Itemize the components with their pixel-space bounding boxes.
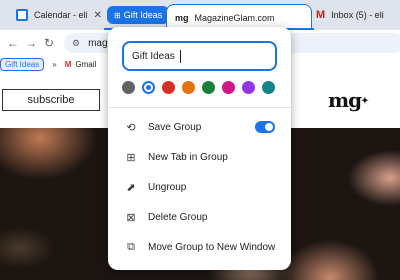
calendar-icon: [16, 9, 28, 21]
tab-group-chip[interactable]: ⊞ Gift Ideas: [107, 6, 170, 24]
bookmarks-overflow[interactable]: »: [52, 60, 56, 69]
tab-calendar[interactable]: Calendar - eli ✕: [16, 4, 104, 26]
gmail-icon: M: [64, 59, 72, 69]
bookmark-gmail[interactable]: M Gmail: [65, 60, 97, 69]
color-swatch-blue[interactable]: [142, 81, 155, 94]
move-group-item[interactable]: ⧉ Move Group to New Window: [108, 235, 291, 259]
save-group-icon: ⟲: [126, 121, 136, 134]
bookmark-tab-group[interactable]: Gift Ideas: [0, 57, 45, 71]
delete-group-item[interactable]: ⊠ Delete Group: [108, 205, 291, 229]
color-swatch-pink[interactable]: [222, 81, 235, 94]
ungroup-icon: ⬈: [126, 181, 136, 194]
tab-group-editor: Gift Ideas ⟲ Save Group ⊞ New Tab in Gro…: [108, 27, 291, 270]
mg-logo-icon: mg: [175, 12, 189, 23]
tab-group-icon: ⊞: [114, 10, 121, 20]
tab-title: Calendar - eli: [34, 10, 88, 20]
reload-icon[interactable]: ↻: [40, 36, 58, 50]
tab-group-label: Gift Ideas: [123, 10, 163, 20]
group-name-input[interactable]: Gift Ideas: [122, 41, 277, 71]
delete-group-icon: ⊠: [126, 211, 136, 224]
move-window-icon: ⧉: [127, 240, 135, 253]
color-swatch-cyan[interactable]: [262, 81, 275, 94]
group-name-value: Gift Ideas: [132, 50, 175, 62]
color-swatch-red[interactable]: [162, 81, 175, 94]
new-tab-icon: ⊞: [126, 151, 136, 164]
site-info-icon[interactable]: ⚙: [72, 38, 80, 49]
forward-icon[interactable]: →: [22, 36, 40, 50]
address-text: mag: [88, 37, 108, 49]
tab-strip: Calendar - eli ✕ ⊞ Gift Ideas mg Magazin…: [0, 0, 400, 30]
save-group-toggle[interactable]: [255, 121, 275, 133]
menu-item-label: Delete Group: [148, 211, 208, 223]
site-logo[interactable]: mg✦: [328, 88, 369, 112]
close-icon[interactable]: ✕: [94, 10, 102, 21]
color-swatch-purple[interactable]: [242, 81, 255, 94]
menu-item-label: Save Group: [148, 121, 202, 133]
subscribe-button[interactable]: subscribe: [2, 89, 100, 111]
divider: [108, 107, 291, 108]
menu-item-label: Move Group to New Window: [148, 241, 276, 253]
tab-title: MagazineGlam.com: [194, 12, 275, 23]
new-tab-in-group-item[interactable]: ⊞ New Tab in Group: [108, 145, 291, 169]
back-icon[interactable]: ←: [4, 36, 22, 50]
gmail-icon: M: [316, 9, 326, 21]
color-swatch-green[interactable]: [202, 81, 215, 94]
tab-title: Inbox (5) - eli: [331, 10, 384, 20]
text-caret: [179, 49, 181, 63]
menu-item-label: New Tab in Group: [148, 151, 228, 163]
save-group-item[interactable]: ⟲ Save Group: [108, 115, 291, 139]
bookmark-label: Gmail: [75, 59, 97, 69]
color-swatch-grey[interactable]: [122, 81, 135, 94]
tab-inbox[interactable]: M Inbox (5) - eli: [316, 4, 400, 26]
ungroup-item[interactable]: ⬈ Ungroup: [108, 175, 291, 199]
color-swatch-orange[interactable]: [182, 81, 195, 94]
menu-item-label: Ungroup: [148, 181, 187, 193]
color-picker: [122, 81, 282, 97]
